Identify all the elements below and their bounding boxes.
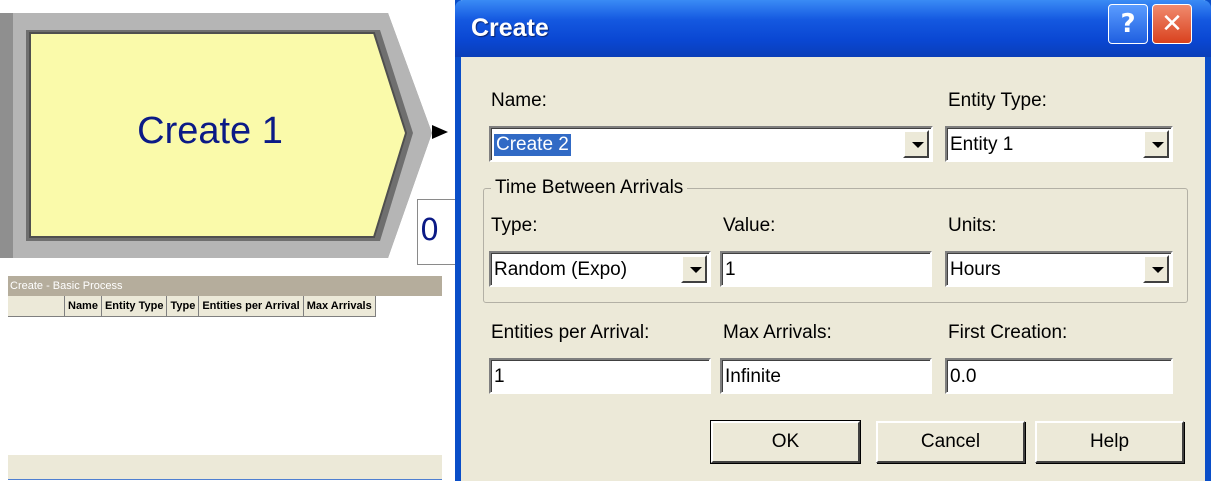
- max-arrivals-value: Infinite: [725, 366, 781, 387]
- help-icon[interactable]: ?: [1108, 4, 1148, 44]
- cancel-button[interactable]: Cancel: [876, 421, 1025, 463]
- chevron-down-icon[interactable]: [903, 130, 929, 158]
- help-button[interactable]: Help: [1035, 421, 1184, 463]
- spreadsheet-row-header: [8, 296, 65, 316]
- first-creation-input[interactable]: 0.0: [945, 358, 1173, 394]
- units-combo[interactable]: Hours: [945, 251, 1173, 287]
- max-arrivals-input[interactable]: Infinite: [720, 358, 932, 394]
- module-counter: 0: [417, 199, 455, 265]
- type-combo[interactable]: Random (Expo): [489, 251, 711, 287]
- spreadsheet-title: Create - Basic Process: [8, 276, 442, 296]
- units-value: Hours: [950, 259, 1001, 280]
- first-creation-label: First Creation:: [948, 322, 1068, 343]
- name-label: Name:: [491, 90, 547, 111]
- column-header-entities-per-arrival[interactable]: Entities per Arrival: [199, 296, 304, 316]
- entity-type-combo[interactable]: Entity 1: [945, 126, 1173, 162]
- column-header-max-arrivals[interactable]: Max Arrivals: [304, 296, 376, 316]
- max-arrivals-label: Max Arrivals:: [723, 322, 832, 343]
- type-label: Type:: [491, 215, 538, 236]
- chevron-down-icon[interactable]: [1143, 255, 1169, 283]
- name-value: Create 2: [494, 134, 571, 156]
- column-header-name[interactable]: Name: [65, 296, 102, 316]
- chevron-down-icon[interactable]: [1143, 130, 1169, 158]
- create-dialog: Create ? ✕ Name: Create 2 Entity Type: E…: [455, 0, 1211, 481]
- entities-per-arrival-input[interactable]: 1: [489, 358, 711, 394]
- value-value: 1: [725, 259, 736, 280]
- name-combo[interactable]: Create 2: [489, 126, 933, 162]
- type-value: Random (Expo): [494, 259, 628, 280]
- entity-type-label: Entity Type:: [948, 90, 1047, 111]
- spreadsheet-footer: [8, 455, 442, 480]
- first-creation-value: 0.0: [950, 366, 977, 387]
- module-label: Create 1: [137, 110, 283, 152]
- chevron-down-icon[interactable]: [681, 255, 707, 283]
- entities-per-arrival-label: Entities per Arrival:: [491, 322, 650, 343]
- ok-button[interactable]: OK: [710, 420, 861, 464]
- dialog-title: Create: [471, 14, 549, 42]
- dialog-titlebar[interactable]: Create ? ✕: [455, 0, 1211, 57]
- time-between-arrivals-title: Time Between Arrivals: [491, 177, 688, 199]
- exit-arrow-icon: [432, 125, 448, 139]
- value-input[interactable]: 1: [720, 251, 932, 287]
- units-label: Units:: [948, 215, 997, 236]
- entity-type-value: Entity 1: [950, 134, 1014, 155]
- entities-per-arrival-value: 1: [494, 366, 505, 387]
- column-header-type[interactable]: Type: [167, 296, 200, 316]
- close-icon[interactable]: ✕: [1152, 4, 1192, 44]
- value-label: Value:: [723, 215, 776, 236]
- spreadsheet-header: Name Entity Type Type Entities per Arriv…: [8, 296, 376, 317]
- column-header-entity-type[interactable]: Entity Type: [102, 296, 168, 316]
